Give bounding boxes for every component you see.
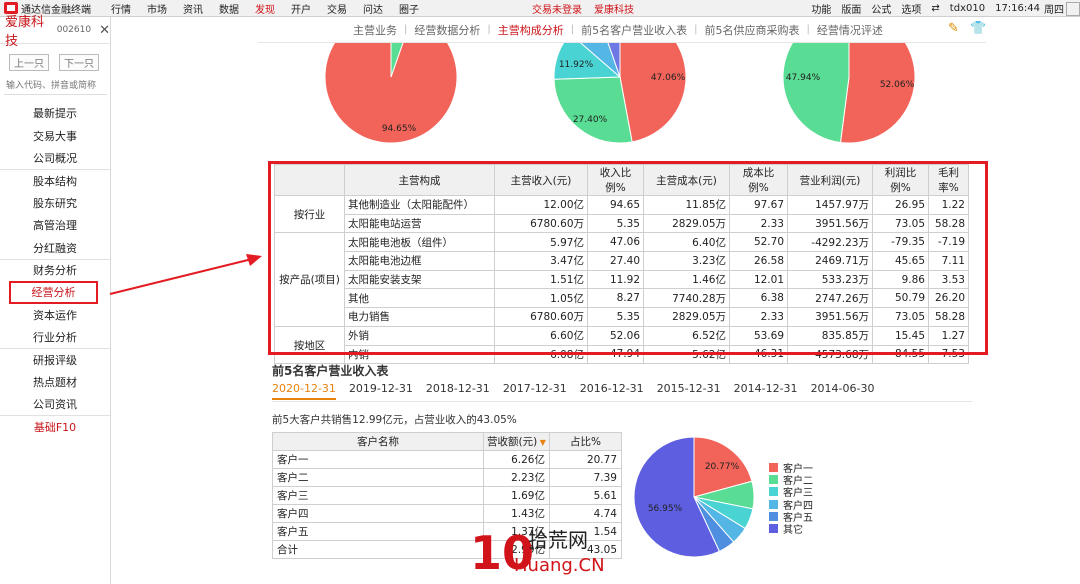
pie-industry-label: 94.65% (382, 124, 417, 134)
legend-swatch (769, 511, 778, 521)
pie-region-label: 47.94% (786, 73, 821, 83)
side-nav-item[interactable]: 财务分析 (0, 258, 110, 281)
legend-swatch (769, 462, 778, 472)
pie-region-slice (839, 43, 916, 144)
legend-swatch (769, 524, 778, 534)
table-cell: 客户一 (272, 450, 484, 469)
legend-swatch (769, 499, 778, 509)
table-cell: 合计 (272, 540, 484, 559)
customers-summary: 前5大客户共销售12.99亿元，占营业收入的43.05% (272, 414, 517, 426)
table-cell: 客户五 (272, 522, 484, 541)
side-nav-item[interactable]: 热点题材 (0, 371, 110, 393)
table-cell: 20.77 (549, 450, 622, 469)
pie-product-slice (553, 76, 633, 144)
side-nav-item[interactable]: 经营分析 (9, 281, 98, 304)
pie-region-label: 52.06% (880, 80, 915, 90)
side-nav-item[interactable]: 公司资讯 (0, 393, 110, 415)
pie-product-label: 27.40% (573, 115, 608, 125)
side-nav-item[interactable]: 股本结构 (0, 169, 110, 191)
pie-product-label: 11.92% (559, 60, 594, 70)
side-nav-item[interactable]: 基础F10 (0, 415, 110, 437)
column-header[interactable]: 客户名称 (272, 432, 484, 451)
side-nav-item[interactable]: 分红融资 (0, 236, 110, 258)
legend-swatch (769, 474, 778, 484)
watermark-bottom: Huang.CN (514, 555, 605, 576)
pie-product-label: 47.06% (651, 73, 686, 83)
sort-down-icon[interactable]: ▼ (537, 438, 546, 447)
table-cell: 客户四 (272, 504, 484, 523)
table-cell: 客户三 (272, 486, 484, 505)
table-cell: 2.23亿 (483, 468, 550, 487)
date-tab[interactable]: 2016-12-31 (580, 382, 644, 400)
table-cell: 1.43亿 (483, 504, 550, 523)
table-row: 客户一 6.26亿 20.77 (272, 450, 622, 469)
table-row: 客户四 1.43亿 4.74 (272, 504, 622, 523)
watermark-top: 拾荒网 (528, 528, 588, 552)
side-nav-item[interactable]: 资本运作 (0, 304, 110, 326)
watermark-logo: 10 拾荒网 Huang.CN (470, 523, 610, 581)
date-tab[interactable]: 2017-12-31 (503, 382, 567, 400)
table-row: 客户二 2.23亿 7.39 (272, 468, 622, 487)
date-tab[interactable]: 2019-12-31 (349, 382, 413, 400)
date-tab[interactable]: 2014-12-31 (734, 382, 798, 400)
highlight-box (268, 161, 988, 355)
table-row: 客户三 1.69亿 5.61 (272, 486, 622, 505)
table-cell: 7.39 (549, 468, 622, 487)
table-cell: 客户二 (272, 468, 484, 487)
column-header[interactable]: 营收额(元) ▼ (483, 432, 550, 451)
column-header[interactable]: 占比% (549, 432, 622, 451)
date-tab[interactable]: 2018-12-31 (426, 382, 490, 400)
customers-pie-legend: 客户一 客户二 客户三 客户四 客户五 其它 (769, 461, 813, 536)
table-cell: 6.26亿 (483, 450, 550, 469)
legend-swatch (769, 487, 778, 497)
side-nav-item[interactable]: 高管治理 (0, 214, 110, 236)
customers-section-title: 前5名客户营业收入表 (272, 364, 389, 378)
date-tab[interactable]: 2020-12-31 (272, 382, 336, 400)
side-nav-item[interactable]: 股东研究 (0, 192, 110, 214)
date-tab[interactable]: 2014-06-30 (811, 382, 875, 400)
report-date-tabs: 2020-12-31 2019-12-31 2018-12-31 2017-12-31… (272, 382, 888, 400)
legend-item[interactable]: 其它 (769, 522, 813, 536)
customer-pie-label: 20.77% (705, 462, 740, 472)
composition-pie-charts: 94.65% 47.06% 27.40% 11.92% 52.06% 47.94% (324, 43, 916, 144)
customer-pie-label: 56.95% (648, 504, 683, 514)
date-tab[interactable]: 2015-12-31 (657, 382, 721, 400)
side-nav-item[interactable]: 行业分析 (0, 326, 110, 348)
table-cell: 4.74 (549, 504, 622, 523)
customers-pie-chart: 20.77% 56.95% (633, 436, 755, 558)
table-cell: 5.61 (549, 486, 622, 505)
side-nav-item[interactable]: 研报评级 (0, 348, 110, 370)
table-cell: 1.69亿 (483, 486, 550, 505)
